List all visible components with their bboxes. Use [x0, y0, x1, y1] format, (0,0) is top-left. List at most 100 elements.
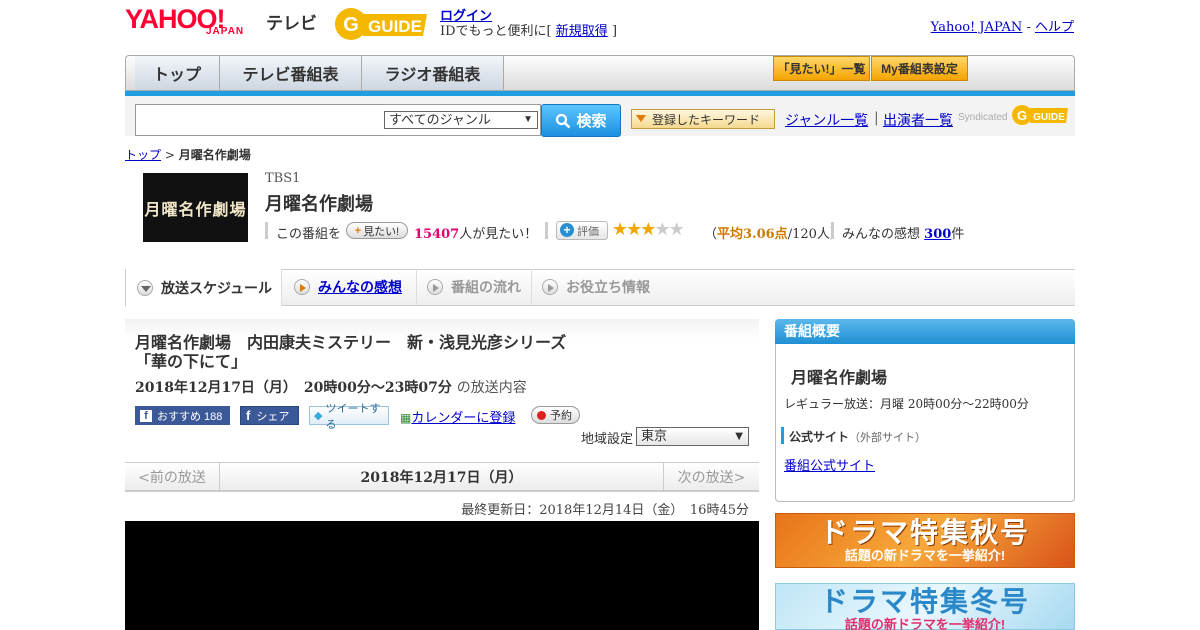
program-title: 月曜名作劇場 — [265, 194, 373, 214]
overview-program-title: 月曜名作劇場 — [791, 370, 888, 387]
nav-tab-radio-schedule[interactable]: ラジオ番組表 — [362, 56, 504, 90]
search-button-label: 検索 — [576, 113, 607, 130]
region-selected-value: 東京 — [641, 429, 668, 444]
chevron-down-icon: ▼ — [735, 431, 743, 442]
dropdown-triangle-icon — [636, 115, 646, 122]
rating-stars: ★★★★★ — [612, 219, 685, 240]
current-broadcast-date: 2018年12月17日（月） — [360, 470, 523, 486]
nav-tab-top[interactable]: トップ — [135, 56, 220, 90]
breadcrumb-current: 月曜名作劇場 — [178, 148, 251, 162]
chevron-down-icon — [137, 279, 153, 296]
reserve-button[interactable]: 予約 — [531, 406, 580, 424]
drama-autumn-banner[interactable]: ドラマ特集秋号 話題の新ドラマを一挙紹介! — [775, 513, 1075, 568]
next-broadcast-link[interactable]: 次の放送> — [663, 462, 759, 492]
region-label: 地域設定 — [581, 432, 634, 447]
mitai-count-number: 15407 — [414, 227, 460, 242]
signup-link[interactable]: 新規取得 — [556, 24, 608, 39]
play-arrow-icon — [427, 279, 443, 295]
syndicated-gguide-logo: Syndicated G GUIDE — [958, 105, 1068, 125]
last-updated: 最終更新日：2018年12月14日（金） 16時45分 — [461, 503, 749, 518]
drama-winter-banner[interactable]: ドラマ特集冬号 話題の新ドラマを一挙紹介! — [775, 583, 1075, 630]
official-site-link[interactable]: 番組公式サイト — [784, 455, 875, 474]
comments-count-link[interactable]: 300 — [924, 227, 951, 242]
calendar-register[interactable]: ▦カレンダーに登録 — [400, 407, 515, 426]
program-thumbnail: 月曜名作劇場 — [143, 173, 248, 242]
help-link[interactable]: ヘルプ — [1035, 20, 1074, 35]
tab-useful-info[interactable]: お役立ち情報 — [532, 269, 668, 305]
region-select[interactable]: 東京 ▼ — [636, 427, 749, 446]
comments-suffix: 件 — [951, 227, 965, 242]
genre-selected-value: すべてのジャンル — [389, 112, 491, 127]
episode-title: 月曜名作劇場 内田康夫ミステリー 新・浅見光彦シリーズ 「華の下にて」 — [135, 334, 605, 372]
tab-label: 放送スケジュール — [161, 279, 273, 296]
search-button[interactable]: 検索 — [541, 104, 621, 137]
evaluate-button-label: 評価 — [577, 225, 599, 238]
facebook-share-label: シェア — [256, 410, 290, 423]
banner-autumn-title: ドラマ特集秋号 — [819, 516, 1030, 548]
genre-select[interactable]: すべてのジャンル ▼ — [384, 111, 538, 129]
my-schedule-settings-button[interactable]: My番組表設定 — [871, 56, 968, 81]
reserve-label: 予約 — [550, 410, 572, 422]
tab-comments[interactable]: みんなの感想 — [282, 269, 417, 305]
tab-program-flow[interactable]: 番組の流れ — [417, 269, 532, 305]
star-filled-icon: ★ — [626, 219, 642, 240]
mitai-count: 15407人が見たい！ — [414, 223, 537, 242]
star-empty-icon: ★ — [654, 219, 670, 240]
mitai-button[interactable]: + 見たい! — [346, 222, 408, 239]
play-arrow-icon — [294, 279, 310, 295]
official-site-label: 公式サイト — [789, 430, 850, 444]
login-sub-prefix: IDでもっと便利に[ — [440, 24, 552, 39]
tab-broadcast-schedule[interactable]: 放送スケジュール — [125, 269, 282, 306]
genre-list-link[interactable]: ジャンル一覧 — [785, 110, 868, 130]
tweet-label: ツイートする — [325, 402, 381, 431]
facebook-share-button[interactable]: f シェア — [240, 406, 299, 425]
mitai-list-button[interactable]: 「見たい!」一覧 — [773, 56, 870, 81]
facebook-icon: f — [140, 409, 152, 422]
comments-prefix: みんなの感想 — [842, 227, 921, 242]
divider-bar — [831, 222, 834, 239]
plus-icon: + — [354, 224, 362, 237]
official-site-marker — [781, 427, 784, 444]
yahoo-japan-logo-text: JAPAN — [206, 26, 245, 37]
evaluate-button[interactable]: + 評価 — [556, 221, 608, 240]
banner-autumn-subtitle: 話題の新ドラマを一挙紹介! — [844, 547, 1006, 563]
banner-winter-title: ドラマ特集冬号 — [819, 586, 1030, 617]
svg-text:Syndicated: Syndicated — [958, 112, 1007, 123]
mitai-prefix: この番組を — [276, 227, 342, 242]
official-site-heading: 公式サイト（外部サイト） — [789, 428, 926, 445]
yahoo-japan-link[interactable]: Yahoo! JAPAN — [931, 20, 1023, 35]
episode-date: 2018年12月17日（月） 20時00分～23時07分 — [135, 380, 452, 396]
registered-keyword-button[interactable]: 登録したキーワード — [631, 109, 775, 129]
episode-title-line2: 「華の下にて」 — [135, 354, 248, 371]
calendar-icon: ▦ — [400, 411, 412, 425]
mitai-button-label: 見たい! — [363, 225, 400, 238]
comments-count: みんなの感想 300件 — [842, 223, 964, 242]
mitai-count-suffix: 人が見たい！ — [459, 227, 538, 242]
star-filled-icon: ★ — [640, 219, 656, 240]
breadcrumb-top-link[interactable]: トップ — [125, 148, 161, 162]
chevron-down-icon: ▼ — [523, 114, 533, 125]
gguide-logo: G GUIDE — [335, 8, 427, 40]
facebook-recommend-button[interactable]: f おすすめ 188 — [135, 406, 230, 425]
avg-value: 平均3.06点 — [717, 227, 788, 242]
nav-tab-tv-schedule[interactable]: テレビ番組表 — [220, 56, 362, 90]
prev-broadcast-link[interactable]: <前の放送 — [125, 462, 220, 492]
channel-name: TBS1 — [265, 171, 301, 186]
official-site-note: （外部サイト） — [849, 431, 927, 444]
calendar-register-link[interactable]: カレンダーに登録 — [411, 411, 515, 426]
facebook-icon: f — [246, 408, 251, 423]
top-links-separator: - — [1026, 20, 1031, 35]
login-subtext: IDでもっと便利に[ 新規取得 ] — [440, 20, 617, 39]
tweet-button[interactable]: ◆ ツイートする — [309, 403, 389, 431]
tab-label: お役立ち情報 — [566, 279, 650, 295]
avg-prefix: （ — [704, 227, 718, 242]
video-area[interactable] — [125, 521, 759, 630]
tab-label: みんなの感想 — [318, 279, 402, 295]
tv-logo-text[interactable]: テレビ — [266, 9, 317, 34]
star-filled-icon: ★ — [612, 219, 628, 240]
svg-text:G: G — [1017, 108, 1027, 123]
performer-list-link[interactable]: 出演者一覧 — [883, 110, 953, 130]
svg-text:G: G — [343, 14, 359, 36]
breadcrumb: トップ > 月曜名作劇場 — [125, 146, 251, 163]
page: YAHOO! JAPAN テレビ G GUIDE ログイン IDでもっと便利に[… — [0, 0, 1200, 630]
